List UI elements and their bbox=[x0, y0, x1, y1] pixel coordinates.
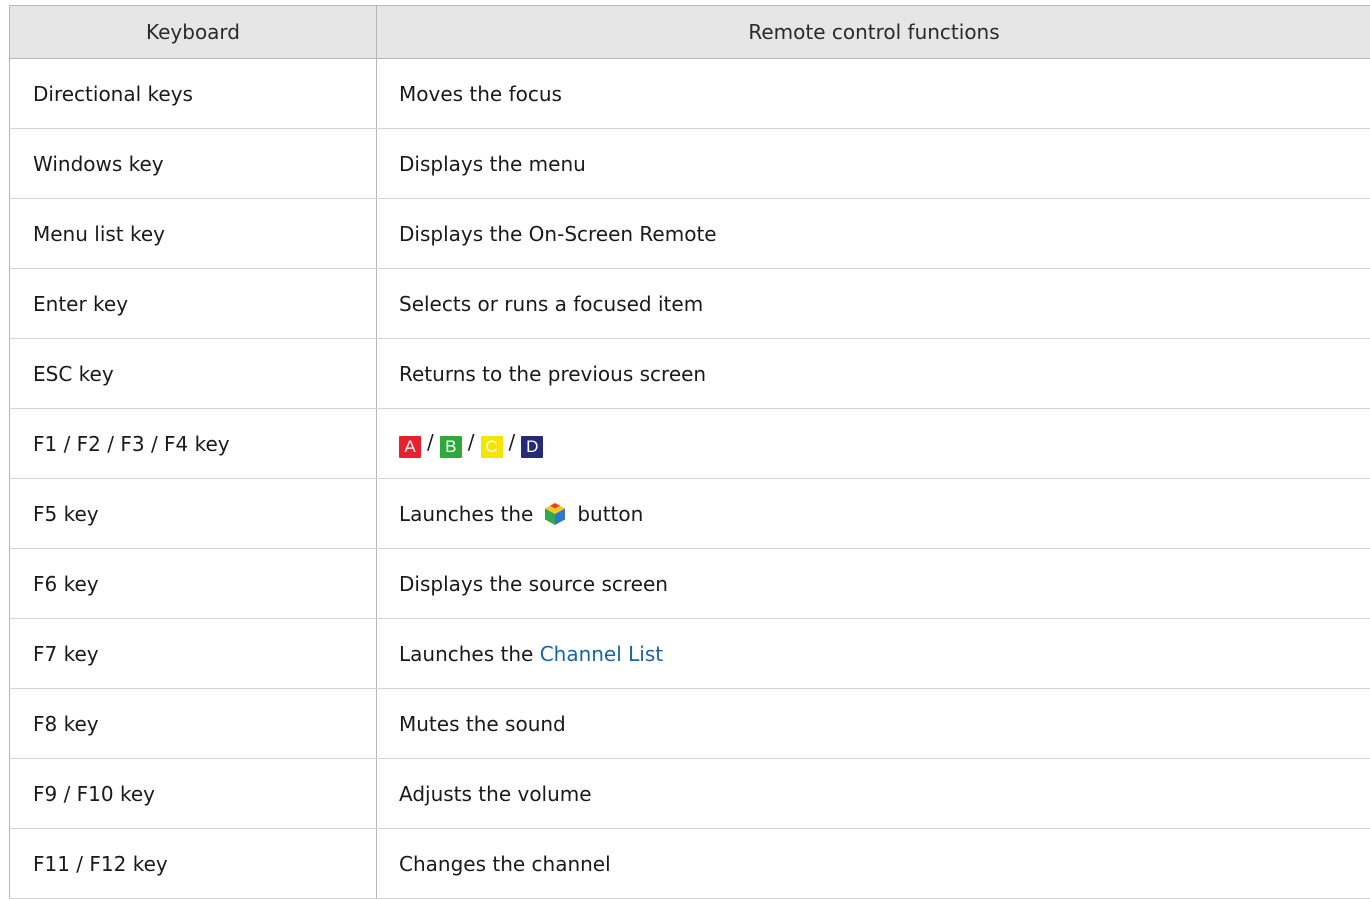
function-cell-color-buttons: A/B/C/D bbox=[377, 409, 1370, 479]
table-row: F8 key Mutes the sound bbox=[10, 689, 1370, 759]
table-row: Menu list key Displays the On-Screen Rem… bbox=[10, 199, 1370, 269]
function-cell: Returns to the previous screen bbox=[377, 339, 1370, 409]
key-cell: F5 key bbox=[10, 479, 377, 549]
table-row: F6 key Displays the source screen bbox=[10, 549, 1370, 619]
header-remote-functions: Remote control functions bbox=[377, 6, 1370, 59]
separator: / bbox=[427, 430, 434, 454]
smart-hub-icon bbox=[543, 502, 567, 526]
function-cell: Displays the On-Screen Remote bbox=[377, 199, 1370, 269]
key-cell: F9 / F10 key bbox=[10, 759, 377, 829]
table-header-row: Keyboard Remote control functions bbox=[10, 6, 1370, 59]
function-cell: Changes the channel bbox=[377, 829, 1370, 899]
function-cell: Displays the source screen bbox=[377, 549, 1370, 619]
keyboard-mapping-table: Keyboard Remote control functions Direct… bbox=[9, 5, 1370, 899]
key-cell: Menu list key bbox=[10, 199, 377, 269]
button-a-icon: A bbox=[399, 436, 421, 458]
key-cell: Windows key bbox=[10, 129, 377, 199]
table-row: F7 key Launches the Channel List bbox=[10, 619, 1370, 689]
function-cell: Adjusts the volume bbox=[377, 759, 1370, 829]
function-text-before: Launches the bbox=[399, 502, 533, 526]
button-b-icon: B bbox=[440, 436, 462, 458]
key-cell: F7 key bbox=[10, 619, 377, 689]
table-row: F5 key Launches the button bbox=[10, 479, 1370, 549]
key-cell: Directional keys bbox=[10, 59, 377, 129]
channel-list-link[interactable]: Channel List bbox=[540, 642, 663, 666]
table-row: F9 / F10 key Adjusts the volume bbox=[10, 759, 1370, 829]
function-cell: Launches the Channel List bbox=[377, 619, 1370, 689]
function-cell: Mutes the sound bbox=[377, 689, 1370, 759]
table-row: F11 / F12 key Changes the channel bbox=[10, 829, 1370, 899]
table-row: Enter key Selects or runs a focused item bbox=[10, 269, 1370, 339]
separator: / bbox=[468, 430, 475, 454]
table-row: F1 / F2 / F3 / F4 key A/B/C/D bbox=[10, 409, 1370, 479]
table-row: ESC key Returns to the previous screen bbox=[10, 339, 1370, 409]
key-cell: F11 / F12 key bbox=[10, 829, 377, 899]
key-cell: F1 / F2 / F3 / F4 key bbox=[10, 409, 377, 479]
table-row: Windows key Displays the menu bbox=[10, 129, 1370, 199]
key-cell: F6 key bbox=[10, 549, 377, 619]
separator: / bbox=[509, 430, 516, 454]
function-cell: Displays the menu bbox=[377, 129, 1370, 199]
function-text-after: button bbox=[577, 502, 643, 526]
function-cell: Moves the focus bbox=[377, 59, 1370, 129]
function-cell: Launches the button bbox=[377, 479, 1370, 549]
key-cell: F8 key bbox=[10, 689, 377, 759]
key-cell: Enter key bbox=[10, 269, 377, 339]
button-c-icon: C bbox=[481, 436, 503, 458]
function-text-before: Launches the bbox=[399, 642, 533, 666]
header-keyboard: Keyboard bbox=[10, 6, 377, 59]
button-d-icon: D bbox=[521, 436, 543, 458]
function-cell: Selects or runs a focused item bbox=[377, 269, 1370, 339]
key-cell: ESC key bbox=[10, 339, 377, 409]
table-row: Directional keys Moves the focus bbox=[10, 59, 1370, 129]
